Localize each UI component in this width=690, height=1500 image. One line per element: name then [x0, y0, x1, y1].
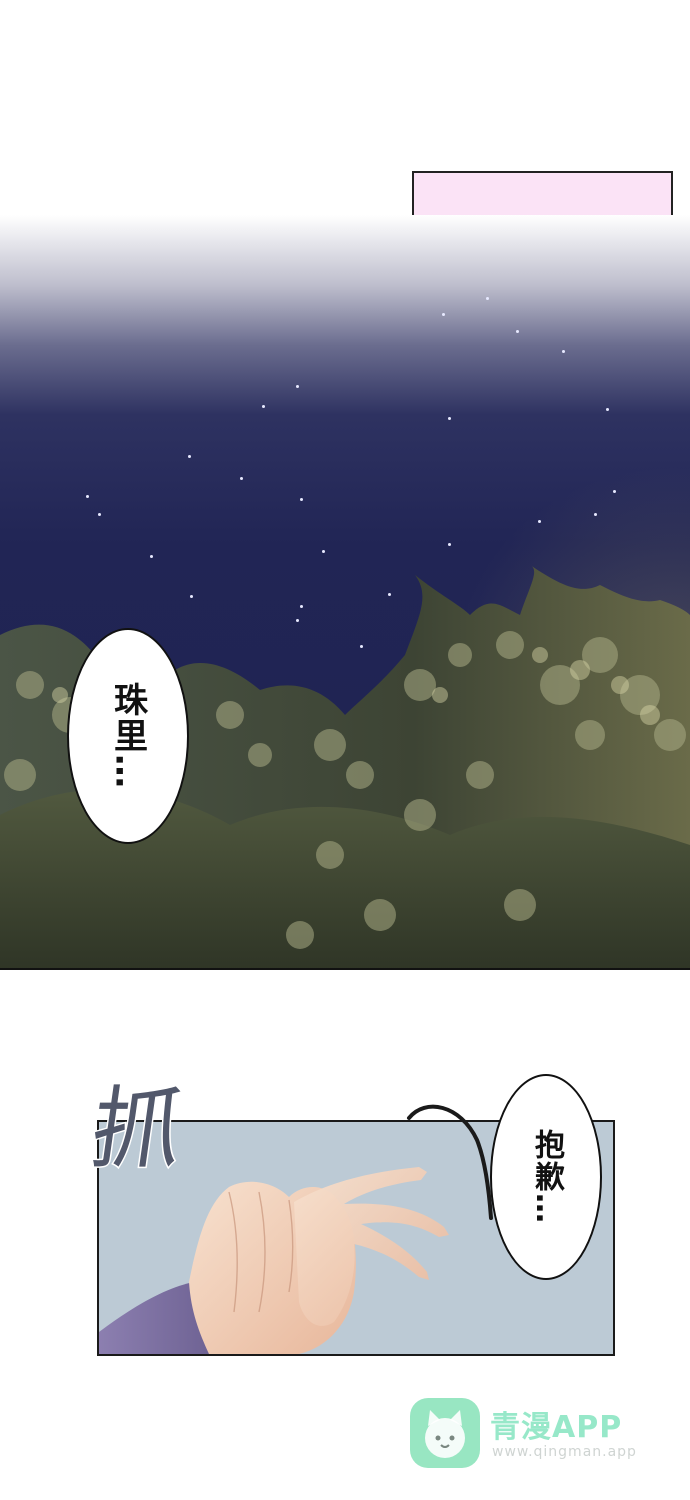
watermark: 青漫APP www.qingman.app — [410, 1398, 680, 1470]
cat-logo-icon — [410, 1398, 480, 1468]
night-sky-panel — [0, 215, 690, 970]
foliage-silhouette — [0, 565, 690, 970]
speech-text: 珠里… — [107, 682, 148, 790]
watermark-name: 青漫APP — [490, 1410, 623, 1445]
watermark-url: www.qingman.app — [492, 1444, 637, 1460]
speech-bubble: 抱歉… — [490, 1074, 602, 1280]
speech-text: 抱歉… — [529, 1129, 564, 1225]
motion-line — [407, 1104, 493, 1220]
panel-border — [0, 968, 690, 970]
sound-effect: 抓 — [83, 1076, 191, 1184]
speech-bubble: 珠里… — [67, 628, 189, 844]
